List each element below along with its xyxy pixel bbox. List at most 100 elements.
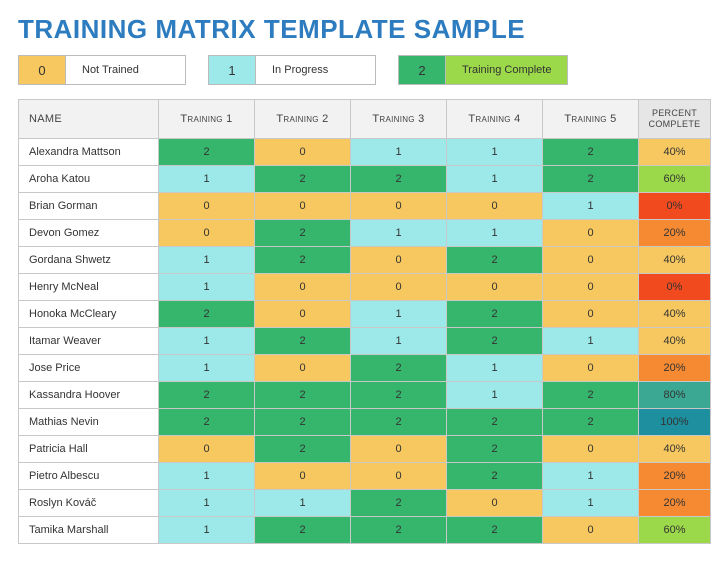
cell-training: 1 xyxy=(255,489,351,516)
cell-training: 2 xyxy=(351,408,447,435)
cell-name: Aroha Katou xyxy=(19,165,159,192)
cell-training: 0 xyxy=(543,354,639,381)
cell-training: 1 xyxy=(447,381,543,408)
table-row: Pietro Albescu1002120% xyxy=(19,462,711,489)
cell-training: 0 xyxy=(543,246,639,273)
cell-training: 0 xyxy=(159,192,255,219)
cell-percent-complete: 100% xyxy=(639,408,711,435)
table-row: Kassandra Hoover2221280% xyxy=(19,381,711,408)
cell-training: 2 xyxy=(159,300,255,327)
col-training-3: Training 3 xyxy=(351,100,447,139)
cell-training: 1 xyxy=(447,165,543,192)
cell-name: Roslyn Kováč xyxy=(19,489,159,516)
cell-training: 2 xyxy=(255,381,351,408)
cell-name: Alexandra Mattson xyxy=(19,138,159,165)
table-row: Henry McNeal100000% xyxy=(19,273,711,300)
cell-percent-complete: 20% xyxy=(639,354,711,381)
cell-training: 2 xyxy=(159,408,255,435)
cell-training: 2 xyxy=(543,381,639,408)
cell-training: 2 xyxy=(351,381,447,408)
cell-name: Kassandra Hoover xyxy=(19,381,159,408)
cell-training: 2 xyxy=(447,246,543,273)
legend-code: 2 xyxy=(399,56,445,84)
cell-training: 0 xyxy=(255,138,351,165)
cell-percent-complete: 20% xyxy=(639,462,711,489)
cell-percent-complete: 60% xyxy=(639,516,711,543)
cell-percent-complete: 40% xyxy=(639,435,711,462)
legend-label: Training Complete xyxy=(445,56,567,84)
cell-training: 0 xyxy=(351,246,447,273)
cell-name: Henry McNeal xyxy=(19,273,159,300)
cell-name: Gordana Shwetz xyxy=(19,246,159,273)
cell-training: 1 xyxy=(351,219,447,246)
table-row: Jose Price1021020% xyxy=(19,354,711,381)
cell-training: 1 xyxy=(159,327,255,354)
cell-training: 1 xyxy=(159,273,255,300)
cell-training: 2 xyxy=(543,138,639,165)
cell-training: 0 xyxy=(159,435,255,462)
cell-training: 1 xyxy=(159,246,255,273)
cell-training: 1 xyxy=(543,192,639,219)
cell-name: Tamika Marshall xyxy=(19,516,159,543)
cell-training: 0 xyxy=(447,192,543,219)
table-row: Alexandra Mattson2011240% xyxy=(19,138,711,165)
cell-training: 2 xyxy=(255,327,351,354)
table-row: Patricia Hall0202040% xyxy=(19,435,711,462)
cell-training: 1 xyxy=(159,516,255,543)
cell-training: 2 xyxy=(447,435,543,462)
cell-training: 2 xyxy=(447,300,543,327)
col-training-5: Training 5 xyxy=(543,100,639,139)
cell-training: 1 xyxy=(159,165,255,192)
col-training-4: Training 4 xyxy=(447,100,543,139)
cell-name: Brian Gorman xyxy=(19,192,159,219)
cell-training: 2 xyxy=(255,435,351,462)
cell-training: 2 xyxy=(255,516,351,543)
cell-training: 1 xyxy=(351,300,447,327)
cell-training: 0 xyxy=(255,354,351,381)
cell-training: 0 xyxy=(255,462,351,489)
cell-name: Devon Gomez xyxy=(19,219,159,246)
legend-label: Not Trained xyxy=(65,56,185,84)
cell-training: 0 xyxy=(351,435,447,462)
cell-training: 2 xyxy=(447,408,543,435)
cell-training: 0 xyxy=(543,300,639,327)
cell-percent-complete: 80% xyxy=(639,381,711,408)
table-row: Honoka McCleary2012040% xyxy=(19,300,711,327)
cell-training: 1 xyxy=(543,489,639,516)
cell-percent-complete: 40% xyxy=(639,246,711,273)
cell-training: 0 xyxy=(543,435,639,462)
cell-percent-complete: 40% xyxy=(639,300,711,327)
col-percent-complete: PERCENT COMPLETE xyxy=(639,100,711,139)
cell-training: 2 xyxy=(159,381,255,408)
col-training-1: Training 1 xyxy=(159,100,255,139)
cell-training: 0 xyxy=(159,219,255,246)
cell-percent-complete: 0% xyxy=(639,273,711,300)
cell-training: 0 xyxy=(255,300,351,327)
cell-training: 0 xyxy=(255,273,351,300)
cell-name: Pietro Albescu xyxy=(19,462,159,489)
cell-training: 0 xyxy=(351,462,447,489)
legend-item-not-trained: 0 Not Trained xyxy=(18,55,186,85)
cell-training: 2 xyxy=(447,462,543,489)
legend-item-training-complete: 2 Training Complete xyxy=(398,55,568,85)
cell-training: 2 xyxy=(447,516,543,543)
cell-name: Patricia Hall xyxy=(19,435,159,462)
cell-training: 1 xyxy=(447,138,543,165)
table-row: Aroha Katou1221260% xyxy=(19,165,711,192)
cell-training: 1 xyxy=(159,489,255,516)
cell-training: 2 xyxy=(543,408,639,435)
legend-code: 0 xyxy=(19,56,65,84)
cell-training: 2 xyxy=(255,408,351,435)
cell-percent-complete: 40% xyxy=(639,327,711,354)
cell-training: 1 xyxy=(351,138,447,165)
cell-training: 1 xyxy=(447,219,543,246)
cell-training: 2 xyxy=(351,489,447,516)
cell-training: 2 xyxy=(351,516,447,543)
table-row: Mathias Nevin22222100% xyxy=(19,408,711,435)
cell-training: 2 xyxy=(255,165,351,192)
cell-training: 2 xyxy=(255,219,351,246)
cell-training: 2 xyxy=(351,165,447,192)
col-training-2: Training 2 xyxy=(255,100,351,139)
cell-training: 2 xyxy=(255,246,351,273)
cell-percent-complete: 20% xyxy=(639,219,711,246)
